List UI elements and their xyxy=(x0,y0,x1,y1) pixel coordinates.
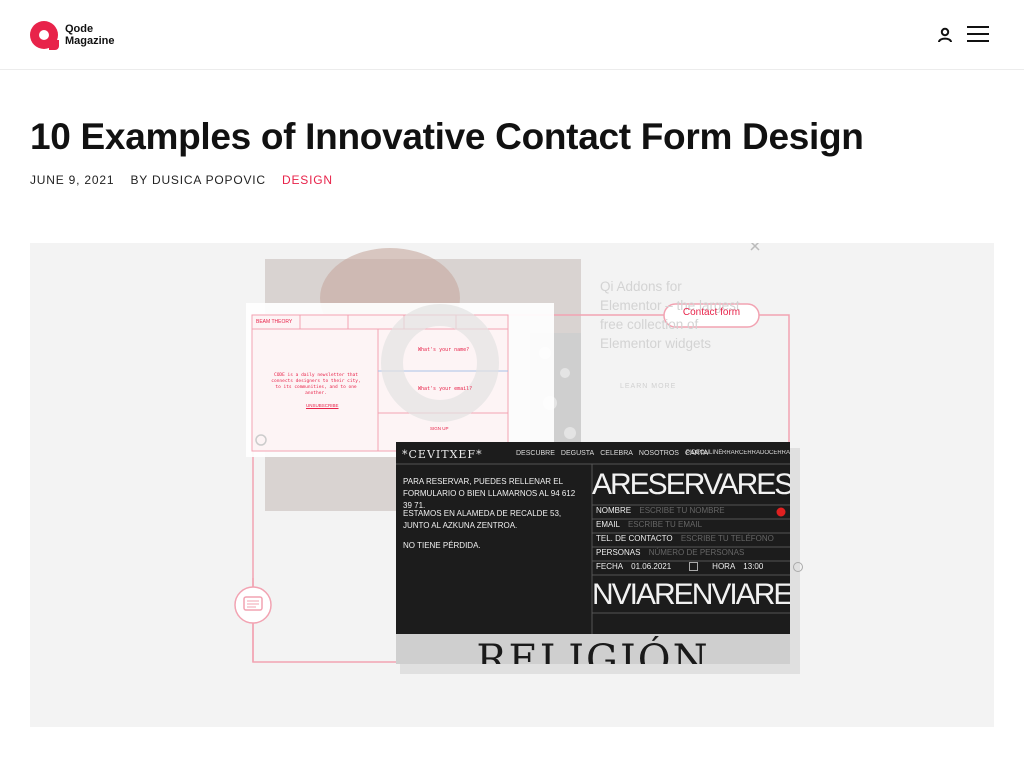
logo-mark-icon xyxy=(30,21,59,50)
dark-nav-item[interactable]: DESCUBRE xyxy=(516,450,555,457)
field-label: EMAIL xyxy=(596,520,620,529)
field-placeholder[interactable]: ESCRIBE TU TELÉFONO xyxy=(681,534,774,543)
hora-label: HORA xyxy=(712,562,736,571)
hora-value[interactable]: 13:00 xyxy=(743,562,763,572)
clock-icon[interactable] xyxy=(793,562,804,572)
reservation-date-row[interactable]: FECHA 01.06.2021 HORA 13:00 xyxy=(596,562,804,572)
form-card-blurb: CODE is a daily newsletter that connects… xyxy=(271,373,361,396)
enviar-button[interactable]: NVIARENVIARENVIARE xyxy=(592,577,790,613)
form-card-nav: BEAM THEORY xyxy=(256,319,293,325)
field-placeholder[interactable]: ESCRIBE TU EMAIL xyxy=(628,520,702,529)
dark-nav-item[interactable]: DEGUSTA xyxy=(561,450,594,457)
dark-card-nav: DESCUBRE DEGUSTA CELEBRA NOSOTROS CARTA xyxy=(516,450,708,457)
dark-card-intro: PARA RESERVAR, PUEDES RELLENAR EL FORMUL… xyxy=(403,477,576,510)
dark-card-lost: NO TIENE PÉRDIDA. xyxy=(403,541,481,550)
dark-card-address: ESTAMOS EN ALAMEDA DE RECALDE 53, JUNTO … xyxy=(403,509,562,530)
user-icon[interactable] xyxy=(936,26,954,44)
religion-headline: RELIGIÓN xyxy=(476,637,710,664)
reservation-field-row[interactable]: PERSONAS NÚMERO DE PERSONAS xyxy=(596,548,744,557)
dark-card-brand: *CEVITXEF* xyxy=(402,448,483,461)
article-author[interactable]: BY DUSICA POPOVIC xyxy=(130,173,265,187)
site-header: Qode Magazine xyxy=(0,0,1024,70)
dark-nav-item[interactable]: NOSOTROS xyxy=(639,450,679,457)
site-logo[interactable]: Qode Magazine xyxy=(30,21,115,50)
reserva-marquee: ARESERVARESERVARES xyxy=(592,468,790,501)
contact-form-pill[interactable]: Contact form xyxy=(664,307,759,318)
field-label: TEL. DE CONTACTO xyxy=(596,534,673,543)
logo-line-1: Qode xyxy=(65,23,94,35)
form-card-name-question: What's your name? xyxy=(418,347,470,353)
field-placeholder[interactable]: ESCRIBE TU NOMBRE xyxy=(639,506,724,515)
field-label: PERSONAS xyxy=(596,548,641,557)
form-card-sign-up[interactable]: SIGN UP xyxy=(430,426,449,431)
dark-nav-right: RRARCERRADOCERRAD xyxy=(722,450,790,456)
fecha-value[interactable]: 01.06.2021 xyxy=(631,562,671,572)
learn-more-link[interactable]: LEARN MORE xyxy=(620,383,676,390)
calendar-icon[interactable] xyxy=(689,562,699,571)
form-card-email-question: What's your email? xyxy=(418,386,473,392)
article-title: 10 Examples of Innovative Contact Form D… xyxy=(30,116,864,157)
article-date[interactable]: JUNE 9, 2021 xyxy=(30,173,114,187)
fecha-label: FECHA xyxy=(596,562,624,571)
featured-image: Qi Addons for Elementor – the largest fr… xyxy=(30,243,994,727)
article-category[interactable]: DESIGN xyxy=(282,173,333,187)
reservation-field-row[interactable]: TEL. DE CONTACTO ESCRIBE TU TELÉFONO xyxy=(596,534,774,543)
reservation-field-row[interactable]: NOMBRE ESCRIBE TU NOMBRE xyxy=(596,506,725,515)
dark-nav-pideonline[interactable]: PIDEONLINE xyxy=(686,450,722,456)
field-label: NOMBRE xyxy=(596,506,632,515)
logo-line-2: Magazine xyxy=(65,35,115,47)
reservation-field-row[interactable]: EMAIL ESCRIBE TU EMAIL xyxy=(596,520,702,529)
form-card-unsubscribe[interactable]: UNSUBSCRIBE xyxy=(306,403,339,408)
dark-nav-item[interactable]: CELEBRA xyxy=(600,450,633,457)
field-placeholder[interactable]: NÚMERO DE PERSONAS xyxy=(649,548,745,557)
hamburger-menu-icon[interactable] xyxy=(967,26,989,42)
logo-text: Qode Magazine xyxy=(65,23,115,47)
article-meta: JUNE 9, 2021 BY DUSICA POPOVIC DESIGN xyxy=(30,173,345,187)
